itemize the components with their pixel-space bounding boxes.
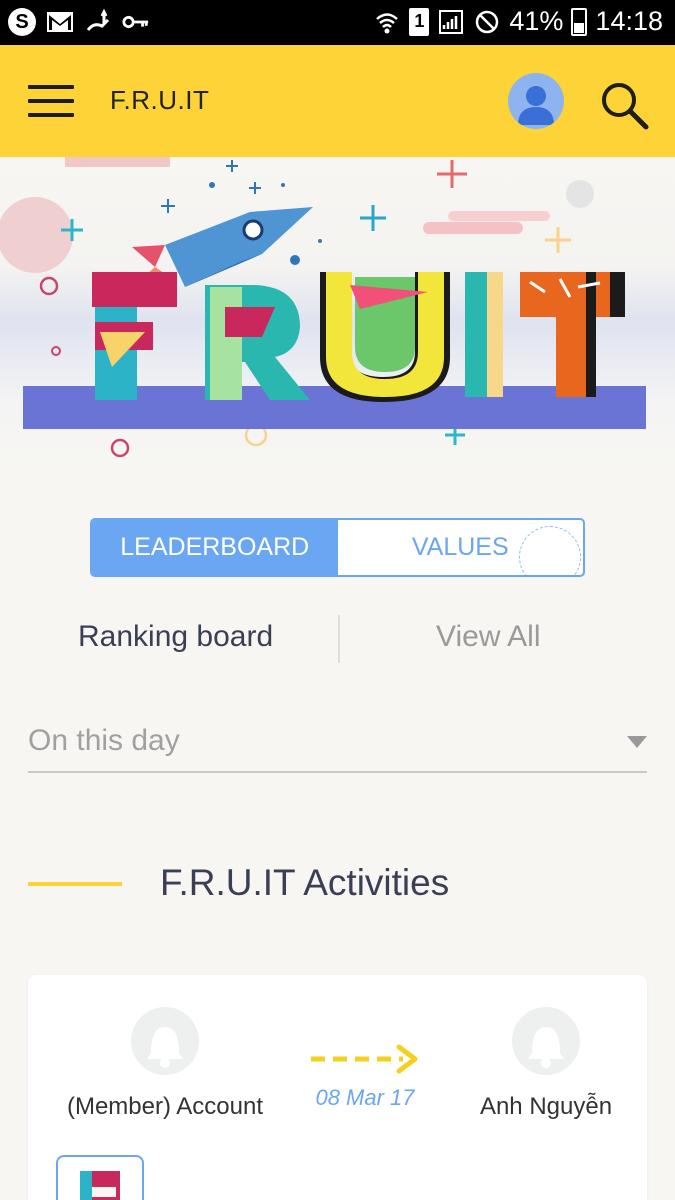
hamburger-icon[interactable] <box>28 85 74 117</box>
skype-icon: S <box>8 8 36 36</box>
dashed-arrow-icon <box>311 1044 418 1074</box>
sender-name: (Member) Account <box>66 1093 264 1120</box>
period-dropdown[interactable]: On this day <box>28 718 647 773</box>
wifi-icon <box>373 8 401 36</box>
vpn-key-icon <box>122 8 150 36</box>
fruit-logo-illustration <box>0 157 646 458</box>
fruit-banner <box>0 157 675 472</box>
activity-date: 08 Mar 17 <box>315 1085 415 1110</box>
status-bar: S 1 41% 14:18 <box>0 0 675 45</box>
dropdown-arrow-icon <box>627 736 647 748</box>
system-icons: 1 41% 14:18 <box>373 6 663 37</box>
tab-leaderboard[interactable]: LEADERBOARD <box>92 520 338 575</box>
sim-icon: 1 <box>409 7 430 36</box>
activities-title: F.R.U.IT Activities <box>160 862 450 903</box>
period-dropdown-value: On this day <box>28 724 180 757</box>
segmented-tabs: LEADERBOARD VALUES <box>90 518 585 577</box>
touch-ripple <box>519 526 581 575</box>
battery-percent: 41% <box>509 6 564 36</box>
value-badge-thumbnail[interactable] <box>56 1155 144 1200</box>
ranking-divider <box>338 615 340 663</box>
tab-values[interactable]: VALUES <box>338 520 584 575</box>
receiver-avatar <box>512 1007 580 1075</box>
transfer-arrow-date: 08 Mar 17 <box>290 1042 440 1111</box>
gmail-icon <box>46 8 74 36</box>
battery-icon <box>571 7 588 36</box>
clock: 14:18 <box>595 6 663 36</box>
usb-icon <box>84 8 112 36</box>
search-icon[interactable] <box>598 79 650 131</box>
app-bar: F.R.U.IT <box>0 45 675 157</box>
app-title: F.R.U.IT <box>110 85 210 115</box>
tab-values-label: VALUES <box>411 533 509 561</box>
ranking-board-title: Ranking board <box>78 620 274 653</box>
activity-sender[interactable]: (Member) Account <box>56 1007 274 1121</box>
blocked-icon <box>473 8 501 36</box>
section-accent-line <box>28 882 122 886</box>
receiver-name: Anh Nguyễn <box>479 1093 613 1120</box>
notification-icons: S <box>8 8 150 36</box>
activity-receiver[interactable]: Anh Nguyễn <box>468 1007 624 1121</box>
user-avatar[interactable] <box>508 73 564 129</box>
view-all-link[interactable]: View All <box>436 620 541 654</box>
sender-avatar <box>131 1007 199 1075</box>
signal-icon <box>437 8 465 36</box>
